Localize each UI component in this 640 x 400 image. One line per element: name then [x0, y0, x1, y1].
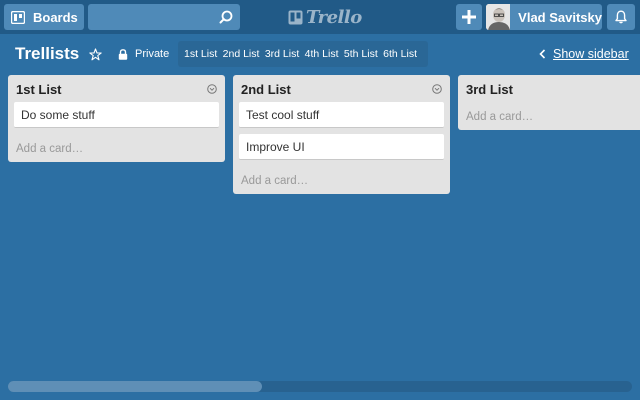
- top-header-bar: Boards Trello Vlad Savitsky: [0, 0, 640, 34]
- list-1: 1st List Do some stuff Add a card…: [8, 75, 225, 162]
- show-sidebar-link[interactable]: Show sidebar: [539, 47, 629, 61]
- card[interactable]: Do some stuff: [14, 102, 219, 128]
- list-nav: 1st List 2nd List 3rd List 4th List 5th …: [178, 41, 428, 67]
- add-card-link[interactable]: Add a card…: [466, 111, 533, 123]
- card[interactable]: Test cool stuff: [239, 102, 444, 128]
- notifications-button[interactable]: [607, 4, 635, 30]
- add-card-link[interactable]: Add a card…: [16, 143, 83, 155]
- list-nav-item-6[interactable]: 6th List: [383, 48, 417, 60]
- user-name: Vlad Savitsky: [518, 9, 602, 25]
- board-title[interactable]: Trellists: [15, 44, 79, 64]
- chevron-left-icon: [539, 49, 546, 59]
- add-button[interactable]: [456, 4, 482, 30]
- list-title[interactable]: 3rd List: [466, 82, 513, 97]
- list-title[interactable]: 2nd List: [241, 82, 291, 97]
- list-nav-item-3[interactable]: 3rd List: [265, 48, 299, 60]
- list-nav-item-4[interactable]: 4th List: [305, 48, 339, 60]
- list-nav-item-2[interactable]: 2nd List: [223, 48, 260, 60]
- boards-button-label: Boards: [33, 9, 78, 25]
- list-2: 2nd List Test cool stuff Improve UI Add …: [233, 75, 450, 194]
- lock-icon: [118, 48, 128, 60]
- user-menu-button[interactable]: Vlad Savitsky: [486, 4, 602, 30]
- chevron-down-circle-icon[interactable]: [432, 84, 442, 94]
- boards-icon: [11, 10, 25, 24]
- search-input[interactable]: [88, 4, 240, 30]
- avatar: [486, 4, 511, 30]
- plus-icon: [462, 10, 476, 24]
- trello-logo-icon: [288, 10, 303, 24]
- search-icon[interactable]: [219, 10, 233, 24]
- star-icon[interactable]: [89, 48, 102, 61]
- logo-text: Trello: [306, 6, 362, 28]
- card[interactable]: Improve UI: [239, 134, 444, 160]
- privacy-button[interactable]: Private: [118, 48, 169, 60]
- avatar-image: [486, 4, 511, 30]
- horizontal-scrollbar-thumb[interactable]: [8, 381, 262, 392]
- show-sidebar-label: Show sidebar: [553, 47, 629, 61]
- privacy-label: Private: [135, 48, 170, 60]
- list-3: 3rd List Add a card…: [458, 75, 640, 130]
- chevron-down-circle-icon[interactable]: [207, 84, 217, 94]
- list-nav-item-1[interactable]: 1st List: [184, 48, 217, 60]
- add-card-link[interactable]: Add a card…: [241, 175, 308, 187]
- list-nav-item-5[interactable]: 5th List: [344, 48, 378, 60]
- boards-button[interactable]: Boards: [4, 4, 84, 30]
- bell-icon: [615, 10, 627, 24]
- trello-logo[interactable]: Trello: [288, 5, 362, 29]
- list-title[interactable]: 1st List: [16, 82, 62, 97]
